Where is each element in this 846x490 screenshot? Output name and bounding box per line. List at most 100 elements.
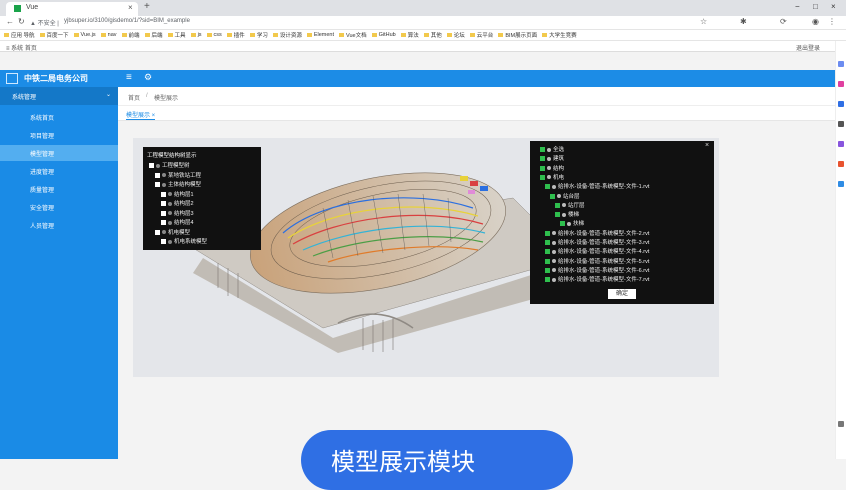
tree-node[interactable]: 某地铁站工程 <box>155 171 201 179</box>
layer-node[interactable]: 给排水-设备-管道-系统模型-文件-6.rvt <box>545 266 649 274</box>
bookmark-item[interactable]: 云平台 <box>469 31 493 39</box>
checkbox-checked[interactable] <box>545 258 550 264</box>
sidebar-toggle-icon[interactable] <box>838 421 844 427</box>
checkbox-checked[interactable] <box>545 230 550 236</box>
checkbox-checked[interactable] <box>545 277 550 283</box>
back-icon[interactable]: ← <box>6 17 14 26</box>
maximize-button[interactable]: □ <box>813 2 818 11</box>
bookmark-item[interactable]: 前端 <box>121 31 140 39</box>
checkbox[interactable] <box>161 220 166 226</box>
tree-node[interactable]: 机电模型 <box>155 228 190 236</box>
sidebar-item[interactable]: 安全管理 <box>0 199 118 215</box>
tree-node[interactable]: 结构层2 <box>161 199 194 207</box>
shield-icon[interactable] <box>838 101 844 107</box>
layer-node[interactable]: 楼梯 <box>555 210 579 218</box>
bookmark-item[interactable]: nav <box>100 32 117 38</box>
bookmark-item[interactable]: 学习 <box>249 31 268 39</box>
checkbox-checked[interactable] <box>545 184 550 190</box>
url-input[interactable]: yjbsuper.io/3100/gisdemo/1/?sid=BIM_exam… <box>64 18 190 24</box>
game-icon[interactable] <box>838 141 844 147</box>
tree-node[interactable]: 结构层1 <box>161 190 194 198</box>
outlook-icon[interactable] <box>838 181 844 187</box>
reload-icon[interactable]: ↻ <box>18 17 25 26</box>
checkbox-checked[interactable] <box>545 267 550 273</box>
checkbox-checked[interactable] <box>540 156 545 162</box>
checkbox-checked[interactable] <box>545 249 550 255</box>
logout-link[interactable]: 退出登录 <box>796 43 820 52</box>
layer-node[interactable]: 站台层 <box>550 192 580 200</box>
bookmark-item[interactable]: css <box>206 32 222 38</box>
checkbox-checked[interactable] <box>550 193 555 199</box>
breadcrumb-home[interactable]: 首页 <box>128 93 140 102</box>
tab-model-display[interactable]: 模型展示 × <box>126 110 156 120</box>
bookmark-item[interactable]: 应用 导航 <box>4 31 35 39</box>
checkbox[interactable] <box>161 191 166 197</box>
checkbox-checked[interactable] <box>540 165 545 171</box>
layer-node[interactable]: 给排水-设备-管道-系统模型-文件-7.rvt <box>545 275 649 283</box>
bookmark-item[interactable]: Vue文档 <box>339 31 367 39</box>
layer-node[interactable]: 站厅层 <box>555 201 585 209</box>
bookmark-item[interactable]: 工具 <box>167 31 186 39</box>
sidebar-item[interactable]: 人员管理 <box>0 217 118 233</box>
app-bar-label[interactable]: ≡ 系统 首页 <box>6 43 37 52</box>
spark-icon[interactable] <box>838 81 844 87</box>
checkbox[interactable] <box>161 210 166 216</box>
bookmark-item[interactable]: 百度一下 <box>39 31 69 39</box>
bookmark-item[interactable]: GitHub <box>371 32 396 38</box>
tree-node[interactable]: 结构层4 <box>161 218 194 226</box>
checkbox-checked[interactable] <box>560 221 565 227</box>
more-menu-icon[interactable]: ⋮ <box>828 17 836 26</box>
checkbox[interactable] <box>155 229 160 235</box>
bookmark-item[interactable]: 论坛 <box>446 31 465 39</box>
extensions-icon[interactable]: ✱ <box>740 17 747 26</box>
layer-node[interactable]: 给排水-设备-管道-系统模型-文件-3.rvt <box>545 238 649 246</box>
sync-icon[interactable]: ⟳ <box>780 17 787 26</box>
checkbox[interactable] <box>155 182 160 188</box>
layer-node[interactable]: 给排水-设备-管道-系统模型-文件-2.rvt <box>545 229 649 237</box>
checkbox[interactable] <box>161 201 166 207</box>
layer-node[interactable]: 建筑 <box>540 154 564 162</box>
bookmark-item[interactable]: 插件 <box>226 31 245 39</box>
checkbox[interactable] <box>149 163 154 169</box>
checkbox[interactable] <box>155 172 160 178</box>
checkbox-checked[interactable] <box>545 240 550 246</box>
menu-toggle-icon[interactable]: ≡ <box>126 72 132 83</box>
tools-icon[interactable] <box>838 121 844 127</box>
sidebar-item[interactable]: 质量管理 <box>0 181 118 197</box>
tab-close-button[interactable]: × <box>128 3 133 12</box>
sidebar-item[interactable]: 系统首页 <box>0 109 118 125</box>
layer-node[interactable]: 给排水-设备-管道-系统模型-文件-5.rvt <box>545 257 649 265</box>
office-icon[interactable] <box>838 161 844 167</box>
profile-icon[interactable]: ◉ <box>812 17 819 26</box>
tree-node[interactable]: 结构层3 <box>161 209 194 217</box>
checkbox-checked[interactable] <box>540 174 545 180</box>
layer-node[interactable]: 结构 <box>540 164 564 172</box>
sidebar-item[interactable]: 进度管理 <box>0 163 118 179</box>
bookmark-item[interactable]: Element <box>306 32 334 38</box>
layer-node[interactable]: 全选 <box>540 145 564 153</box>
bookmark-item[interactable]: 设计资源 <box>272 31 302 39</box>
bookmark-star-icon[interactable]: ☆ <box>700 17 707 26</box>
gear-icon[interactable]: ⚙ <box>144 72 152 83</box>
bookmark-item[interactable]: 其他 <box>423 31 442 39</box>
sidebar-head[interactable]: 系统管理 ⌄ <box>0 87 118 105</box>
bookmark-item[interactable]: js <box>190 32 202 38</box>
bookmark-item[interactable]: BIM展示页面 <box>498 31 537 39</box>
bookmark-item[interactable]: 后端 <box>144 31 163 39</box>
layer-node[interactable]: 给排水-设备-管道-系统模型-文件-1.rvt <box>545 182 649 190</box>
new-tab-button[interactable]: + <box>144 1 150 12</box>
tree-node[interactable]: 工程模型树 <box>149 161 190 169</box>
close-icon[interactable]: × <box>705 142 709 149</box>
bookmark-item[interactable]: 算法 <box>400 31 419 39</box>
sidebar-item[interactable]: 模型管理 <box>0 145 118 161</box>
sidebar-item[interactable]: 项目管理 <box>0 127 118 143</box>
bookmark-item[interactable]: Vue.js <box>73 32 96 38</box>
checkbox-checked[interactable] <box>540 147 545 153</box>
minimize-button[interactable]: − <box>795 2 800 11</box>
search-icon[interactable] <box>838 61 844 67</box>
model-viewer[interactable]: 工程模型结构树显示 工程模型树 某地铁站工程 主体结构模型 结构层1 结构层2 结构层3 结… <box>133 138 719 377</box>
checkbox-checked[interactable] <box>555 202 560 208</box>
browser-tab[interactable]: Vue × <box>6 2 138 16</box>
checkbox-checked[interactable] <box>555 212 560 218</box>
layer-node[interactable]: 机电 <box>540 173 564 181</box>
